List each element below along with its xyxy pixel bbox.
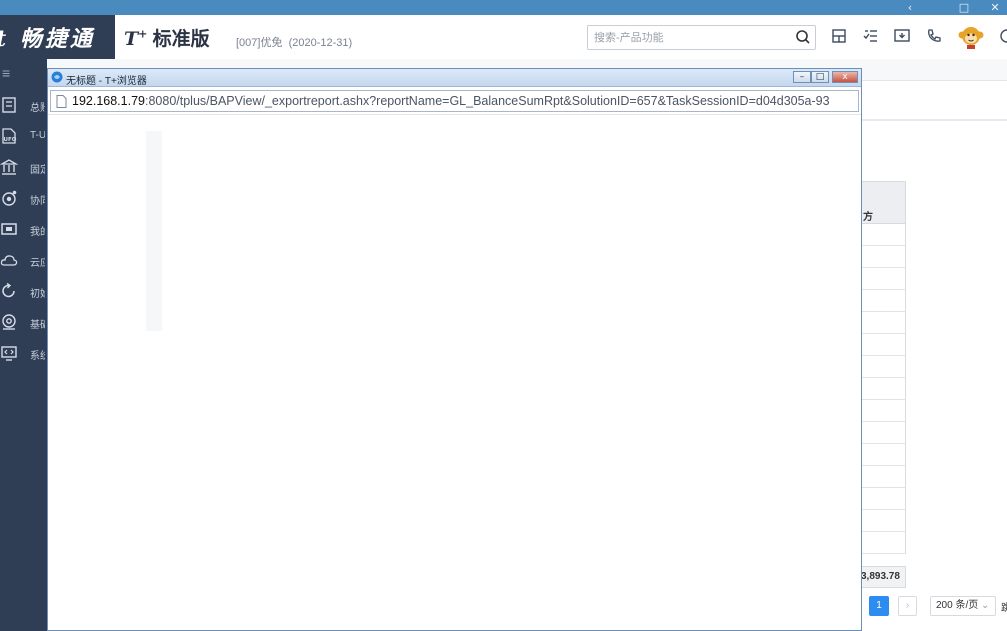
background-report-panel: 方 3,893.78 1 › 200 条/页 ⌄ 跳 xyxy=(860,81,1007,631)
monitor-icon xyxy=(1,223,17,235)
app-header: t 畅捷通 T+ 标准版 [007]优免 (2020-12-31) xyxy=(0,15,1007,59)
settings-icon xyxy=(2,314,16,330)
url-text[interactable]: 192.168.1.79:8080/tplus/BAPView/_exportr… xyxy=(72,94,830,108)
window-close-button[interactable]: ✕ xyxy=(985,0,1005,15)
brand-logo: t 畅捷通 xyxy=(0,15,115,59)
cloud-icon xyxy=(0,255,18,266)
window-titlebar: ‹ □ ✕ xyxy=(0,0,1007,15)
sidebar-item-label: 协同 xyxy=(30,196,45,207)
divider xyxy=(860,119,1007,121)
sidebar-item-mine[interactable]: 我的 xyxy=(0,214,47,244)
table-row xyxy=(860,378,906,400)
sidebar-item-label: 固定资产 xyxy=(30,165,45,176)
page-size-select[interactable]: 200 条/页 ⌄ xyxy=(930,596,996,616)
system-icon xyxy=(1,346,17,361)
browser-logo-icon xyxy=(51,71,63,83)
table-header: 方 xyxy=(860,181,906,224)
product-prefix: T xyxy=(124,28,139,50)
table-row xyxy=(860,466,906,488)
collaboration-icon xyxy=(2,190,17,206)
address-bar[interactable]: 192.168.1.79:8080/tplus/BAPView/_exportr… xyxy=(50,90,859,112)
sidebar-item-basic-settings[interactable]: 基础设置 xyxy=(0,307,47,337)
popup-maximize-button[interactable]: □ xyxy=(811,71,829,83)
window-maximize-button[interactable]: □ xyxy=(954,0,974,15)
mascot-avatar-icon[interactable] xyxy=(958,24,984,50)
sidebar-item-label: 我的 xyxy=(30,227,45,238)
table-row xyxy=(860,334,906,356)
url-path: :8080/tplus/BAPView/_exportreport.ashx?r… xyxy=(145,94,830,108)
table-row xyxy=(860,532,906,554)
sidebar-item-fixed-assets[interactable]: 固定资产 xyxy=(0,152,47,182)
table-row xyxy=(860,356,906,378)
ufo-report-icon: UFO xyxy=(2,128,17,144)
sidebar-item-label: T-UFO xyxy=(30,130,45,141)
account-date: (2020-12-31) xyxy=(288,37,353,49)
page-icon xyxy=(56,95,67,108)
table-row xyxy=(860,488,906,510)
table-total-row: 3,893.78 xyxy=(860,566,906,588)
popup-minimize-button[interactable]: – xyxy=(793,71,811,83)
next-page-button[interactable]: › xyxy=(898,596,917,616)
product-sup: + xyxy=(138,27,148,41)
product-title: T+ 标准版 xyxy=(124,24,210,51)
sidebar-item-label: 基础设置 xyxy=(30,320,45,331)
table-row xyxy=(860,510,906,532)
task-list-icon[interactable] xyxy=(862,27,880,45)
faint-artifact xyxy=(146,131,162,331)
message-icon[interactable] xyxy=(893,27,911,45)
table-row xyxy=(860,422,906,444)
sidebar-item-label: 初始化 xyxy=(30,289,45,300)
table-row xyxy=(860,246,906,268)
popup-content-area xyxy=(48,114,861,630)
column-header-fragment: 方 xyxy=(863,212,873,223)
search-icon[interactable] xyxy=(795,29,811,45)
sidebar-item-label: 总账 xyxy=(30,103,45,114)
popup-browser-window: 无标题 - T+浏览器 – □ x 192.168.1.79:8080/tplu… xyxy=(47,68,862,631)
table-row xyxy=(860,290,906,312)
table-row xyxy=(860,400,906,422)
sidebar-item-collaboration[interactable]: 协同 xyxy=(0,183,47,213)
sidebar-item-label: 系统管理 xyxy=(30,351,45,362)
sidebar-item-system[interactable]: 系统管理 xyxy=(0,338,47,368)
sidebar-item-initialize[interactable]: 初始化 xyxy=(0,276,47,306)
url-host: 192.168.1.79 xyxy=(72,94,145,108)
window-restore-button[interactable]: ‹ xyxy=(900,0,920,15)
sidebar-item-general-ledger[interactable]: 总账 xyxy=(0,90,47,120)
page-size-value: 200 条/页 xyxy=(936,600,979,611)
search-box[interactable] xyxy=(587,25,816,50)
popup-close-button[interactable]: x xyxy=(832,71,858,83)
svg-text:UFO: UFO xyxy=(4,137,17,143)
jump-label: 跳 xyxy=(1001,603,1007,614)
bank-building-icon xyxy=(0,159,18,175)
sidebar-menu-icon[interactable]: ≡ xyxy=(2,65,10,81)
ledger-icon xyxy=(2,97,16,113)
brand-name: 畅捷通 xyxy=(19,26,95,52)
table-row xyxy=(860,444,906,466)
sidebar-item-cloud[interactable]: 云应用 xyxy=(0,245,47,275)
chevron-down-icon: ⌄ xyxy=(981,600,990,611)
save-icon[interactable] xyxy=(830,27,848,45)
brand-prefix: t xyxy=(0,26,9,52)
sidebar: ≡ 总账 UFO T-UFO 固定资产 协同 我的 云应用 初始化 基础设置 系… xyxy=(0,59,47,631)
help-icon[interactable] xyxy=(998,27,1007,45)
total-value: 3,893.78 xyxy=(861,571,900,582)
sidebar-item-t-ufo[interactable]: UFO T-UFO xyxy=(0,121,47,151)
table-row xyxy=(860,268,906,290)
account-info: [007]优免 (2020-12-31) xyxy=(236,34,352,50)
phone-icon[interactable] xyxy=(925,27,943,45)
popup-titlebar[interactable]: 无标题 - T+浏览器 – □ x xyxy=(48,69,861,87)
page-1-button[interactable]: 1 xyxy=(869,596,889,616)
account-id: [007]优免 xyxy=(236,37,283,49)
refresh-icon xyxy=(2,282,15,298)
table-row xyxy=(860,224,906,246)
product-name: 标准版 xyxy=(152,29,210,50)
search-input[interactable] xyxy=(594,29,784,46)
table-row xyxy=(860,312,906,334)
sidebar-item-label: 云应用 xyxy=(30,258,45,269)
popup-title: 无标题 - T+浏览器 xyxy=(66,76,147,87)
